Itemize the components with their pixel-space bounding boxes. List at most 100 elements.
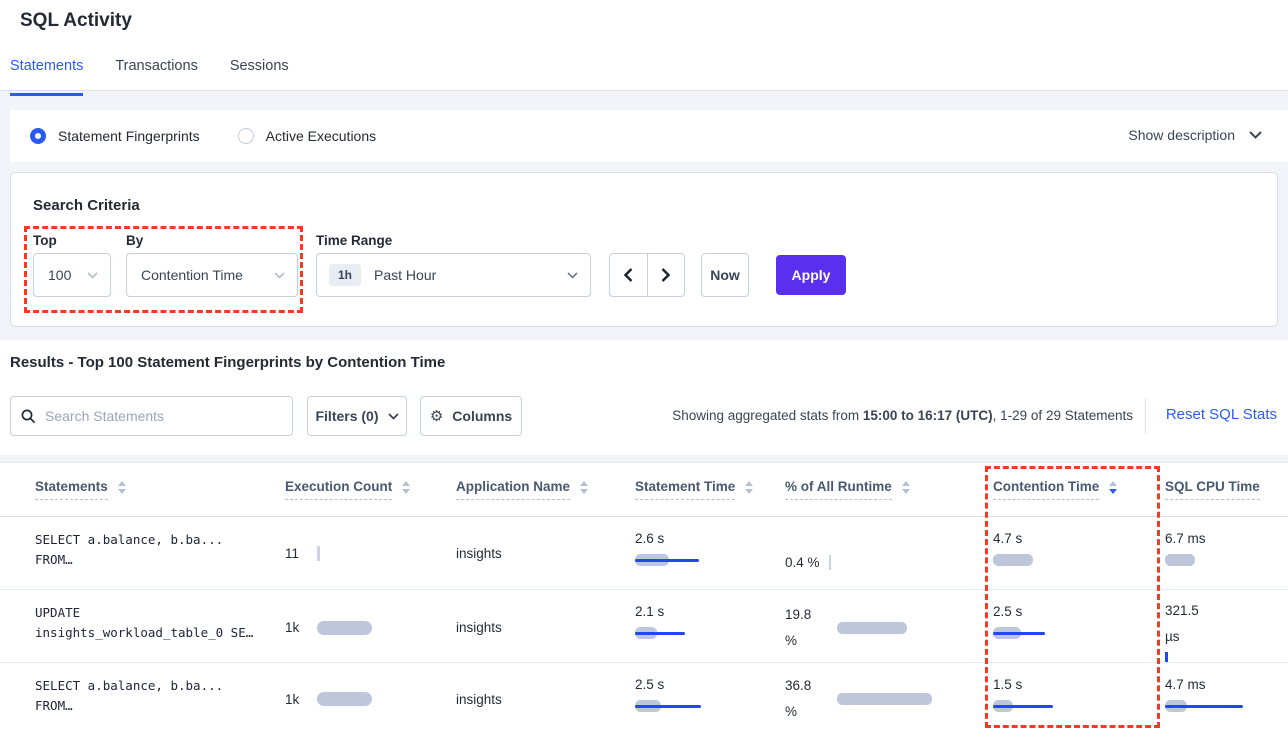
bar-blue-segment [635,632,685,636]
top-select-value: 100 [48,267,71,283]
column-header-label[interactable]: Execution Count [285,479,392,500]
contention-time-cell: 2.5 s [993,590,1165,665]
value-line: 19.8 [785,602,811,628]
top-select[interactable]: 100 [33,253,111,297]
tab-divider [0,90,1288,91]
chevron-down-icon [274,272,285,279]
column-header-label[interactable]: Application Name [456,479,570,500]
sort-icon[interactable] [745,481,753,494]
table-header-row: Statements Execution Count Application Nam… [0,463,1288,517]
sort-icon[interactable] [402,481,410,494]
previous-time-button[interactable] [610,254,647,296]
radio-statement-fingerprints[interactable]: Statement Fingerprints [30,128,200,144]
statement-cell[interactable]: SELECT a.balance, b.ba...FROM… [35,517,285,589]
contention-time-cell-value: 4.7 s [993,530,1155,547]
column-header-statement-time: Statement Time [635,479,785,500]
metric-bar [1165,700,1243,712]
time-range-select[interactable]: 1h Past Hour [316,253,591,297]
bar-gray-segment [1165,554,1195,566]
statements-table: Statements Execution Count Application Nam… [0,462,1288,735]
application-name-cell: insights [456,517,635,589]
value-line: % [785,628,811,654]
execution-count-value: 11 [285,546,299,561]
table-row[interactable]: SELECT a.balance, b.ba...FROM…1kinsights… [0,663,1288,735]
chevron-left-icon [624,268,633,282]
columns-button[interactable]: ⚙ Columns [420,396,522,436]
chevron-down-icon [87,272,98,279]
bar-blue-segment [1165,705,1243,709]
radio-label: Active Executions [266,128,377,144]
statement-time-cell-value: 2.1 s [635,603,775,620]
gear-icon: ⚙ [430,407,443,425]
column-header-label[interactable]: Statement Time [635,479,735,500]
radio-unselected-icon[interactable] [238,128,254,144]
statement-time-cell-value: 2.6 s [635,530,775,547]
application-name-cell: insights [456,663,635,735]
search-statements-input[interactable] [45,408,282,424]
pct-of-runtime-cell: 0.4 % [785,517,993,589]
filters-button[interactable]: Filters (0) [307,396,407,436]
time-range-value: Past Hour [374,267,436,283]
sort-up-arrow [1109,481,1117,486]
sort-down-arrow [902,489,910,494]
application-name-value: insights [456,546,502,561]
sort-down-arrow [402,489,410,494]
sort-icon[interactable] [902,481,910,494]
sort-icon[interactable] [580,481,588,494]
bar-blue-segment [635,705,701,709]
execution-count-cell: 11 [285,517,456,589]
search-icon [21,409,36,424]
statement-line: SELECT a.balance, b.ba... [35,676,275,696]
pct-of-runtime-cell: 36.8% [785,663,993,735]
by-select[interactable]: Contention Time [126,253,298,297]
toolbar-divider [1145,398,1146,434]
time-range-badge: 1h [329,264,361,286]
metric-bar [317,621,372,635]
contention-time-cell: 1.5 s [993,663,1165,735]
apply-button[interactable]: Apply [776,255,846,295]
radio-active-executions[interactable]: Active Executions [238,128,377,144]
show-description-toggle[interactable]: Show description [1128,127,1262,143]
page-title: SQL Activity [20,10,132,32]
showing-stats-text: Showing aggregated stats from 15:00 to 1… [672,408,1133,423]
column-header-label[interactable]: Contention Time [993,479,1099,500]
table-row[interactable]: UPDATEinsights_workload_table_0 SE…1kins… [0,590,1288,663]
table-row[interactable]: SELECT a.balance, b.ba...FROM…11 insights… [0,517,1288,590]
column-header-label[interactable]: % of All Runtime [785,479,892,500]
pct-of-runtime-cell-value: 19.8% [785,602,811,654]
sort-icon[interactable] [118,481,126,494]
sort-up-arrow [745,481,753,486]
column-header-label[interactable]: SQL CPU Time [1165,479,1260,500]
value-line: µs [1165,624,1278,650]
column-header-label[interactable]: Statements [35,479,108,500]
sort-down-arrow [1109,489,1117,494]
metric-bar [635,627,685,639]
reset-sql-stats-link[interactable]: Reset SQL Stats [1166,406,1277,423]
metric-bar [1165,554,1195,566]
column-header-execution-count: Execution Count [285,479,456,500]
column-header-application-name: Application Name [456,479,635,500]
sort-up-arrow [402,481,410,486]
metric-bar [837,622,907,634]
now-button[interactable]: Now [701,253,749,297]
pct-of-runtime-cell-value: 36.8% [785,673,811,725]
statement-line: FROM… [35,696,275,716]
showing-range: 15:00 to 16:17 (UTC) [863,408,993,423]
sort-icon[interactable] [1109,481,1117,494]
bar-blue-segment [993,705,1053,709]
sort-down-arrow [745,489,753,494]
chevron-down-icon [388,413,399,420]
column-header--of-all-runtime: % of All Runtime [785,479,993,500]
metric-tick [1165,652,1168,662]
sql-activity-page: SQL Activity StatementsTransactionsSessi… [0,0,1288,735]
metric-bar [993,554,1033,566]
next-time-button[interactable] [647,254,685,296]
radio-label: Statement Fingerprints [58,128,200,144]
execution-count-cell: 1k [285,663,456,735]
search-criteria-card: Search Criteria Top 100 By Contention Ti… [10,172,1278,327]
column-header-sql-cpu-time: SQL CPU Time [1165,479,1288,500]
sql-cpu-time-cell: 6.7 ms [1165,517,1288,589]
statement-cell[interactable]: SELECT a.balance, b.ba...FROM… [35,663,285,735]
radio-selected-icon[interactable] [30,128,46,144]
statement-cell[interactable]: UPDATEinsights_workload_table_0 SE… [35,590,285,665]
